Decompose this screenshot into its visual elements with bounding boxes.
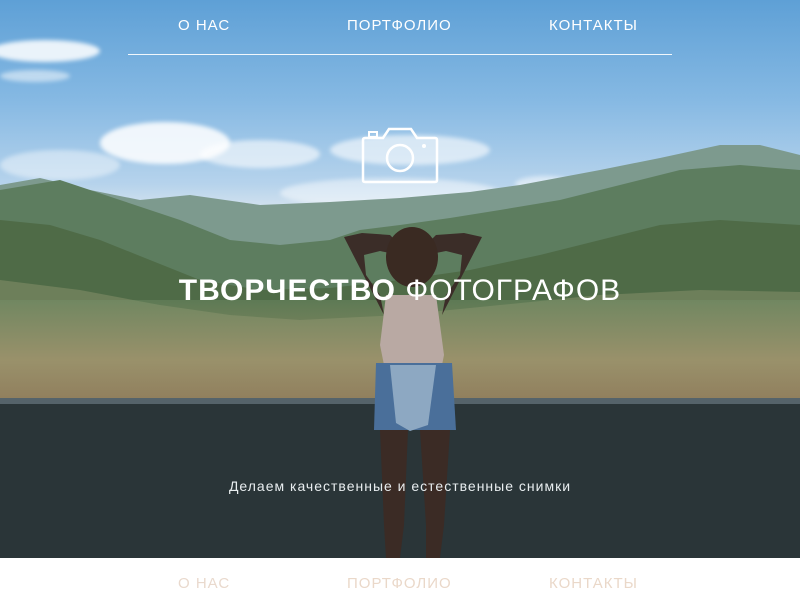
footer-link-contacts[interactable]: КОНТАКТЫ <box>549 575 638 592</box>
top-nav: О НАС ПОРТФОЛИО КОНТАКТЫ <box>128 0 672 56</box>
cloud <box>0 40 100 62</box>
cloud <box>0 70 70 82</box>
nav-link-contacts[interactable]: КОНТАКТЫ <box>549 17 638 34</box>
camera-icon <box>361 127 439 184</box>
footer-link-portfolio[interactable]: ПОРТФОЛИО <box>347 575 452 592</box>
nav-divider <box>128 54 672 55</box>
footer-link-about[interactable]: О НАС <box>178 575 230 592</box>
hero-title: ТВОРЧЕСТВО ФОТОГРАФОВ <box>0 274 800 308</box>
hero-title-light: ФОТОГРАФОВ <box>395 274 622 307</box>
hero-subtitle: Делаем качественные и естественные снимк… <box>228 478 572 494</box>
hero-title-bold: ТВОРЧЕСТВО <box>178 274 396 307</box>
nav-link-about[interactable]: О НАС <box>178 17 230 34</box>
hero-section: О НАС ПОРТФОЛИО КОНТАКТЫ ТВОРЧЕСТВО ФОТО… <box>0 0 800 558</box>
bottom-nav: О НАС ПОРТФОЛИО КОНТАКТЫ <box>0 558 800 602</box>
nav-link-portfolio[interactable]: ПОРТФОЛИО <box>347 17 452 34</box>
